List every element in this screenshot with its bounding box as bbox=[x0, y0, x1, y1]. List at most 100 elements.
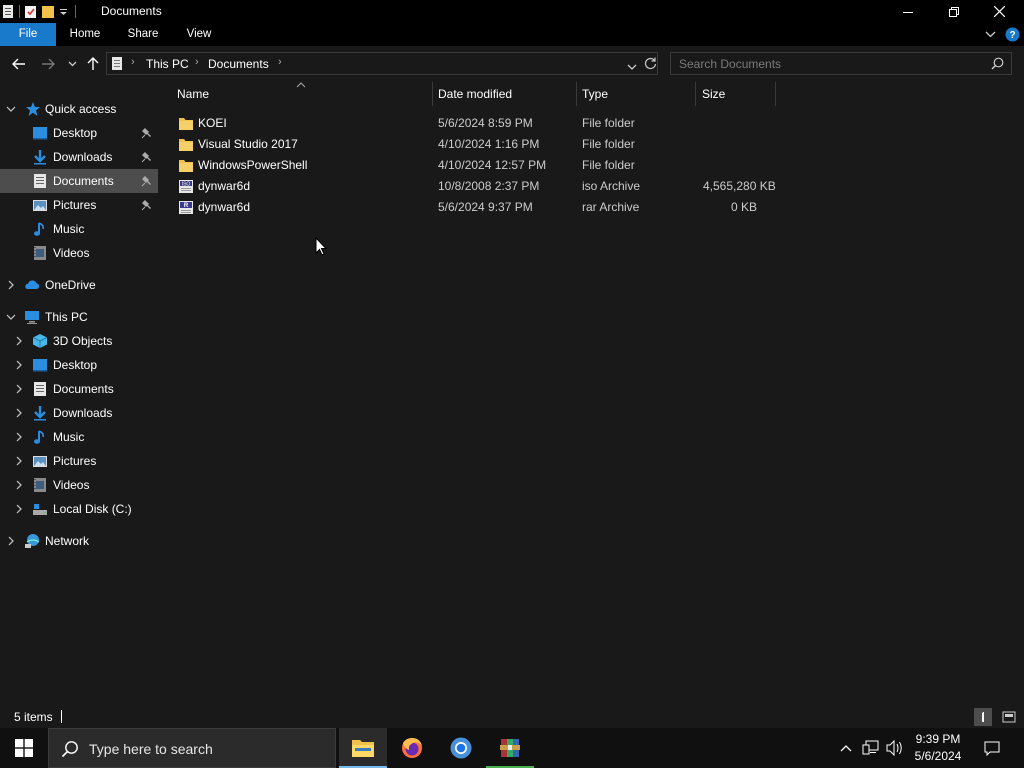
nav-item-downloads[interactable]: Downloads bbox=[0, 145, 158, 169]
nav-pc-local-disk[interactable]: Local Disk (C:) bbox=[0, 497, 158, 521]
breadcrumb-separator-icon[interactable]: › bbox=[278, 56, 282, 68]
nav-pc-videos[interactable]: Videos bbox=[0, 473, 158, 497]
file-row[interactable]: WindowsPowerShell 4/10/2024 12:57 PM Fil… bbox=[168, 155, 788, 176]
iso-archive-icon: ISO bbox=[179, 180, 193, 193]
folder-icon bbox=[179, 160, 193, 172]
restore-button[interactable] bbox=[931, 0, 977, 23]
file-name: WindowsPowerShell bbox=[198, 158, 308, 172]
nav-quick-access[interactable]: Quick access bbox=[0, 97, 158, 121]
address-bar[interactable]: › This PC › Documents › bbox=[106, 52, 658, 75]
breadcrumb-separator-icon[interactable]: › bbox=[131, 56, 135, 68]
nav-pc-downloads[interactable]: Downloads bbox=[0, 401, 158, 425]
file-row[interactable]: ISO dynwar6d 10/8/2008 2:37 PM iso Archi… bbox=[168, 176, 788, 197]
column-divider[interactable] bbox=[432, 82, 433, 106]
taskbar-firefox[interactable] bbox=[388, 728, 436, 768]
file-explorer-icon bbox=[352, 740, 374, 757]
nav-this-pc[interactable]: This PC bbox=[0, 305, 158, 329]
chevron-down-icon bbox=[6, 314, 16, 320]
taskbar-file-explorer[interactable] bbox=[339, 728, 387, 768]
close-button[interactable] bbox=[976, 0, 1022, 23]
nav-item-pictures[interactable]: Pictures bbox=[0, 193, 158, 217]
nav-pc-pictures[interactable]: Pictures bbox=[0, 449, 158, 473]
column-header-date[interactable]: Date modified bbox=[438, 82, 578, 106]
nav-onedrive[interactable]: OneDrive bbox=[0, 273, 158, 297]
network-tray-button[interactable] bbox=[860, 728, 882, 768]
search-box[interactable] bbox=[670, 52, 1012, 75]
nav-network[interactable]: Network bbox=[0, 529, 158, 553]
chevron-right-icon bbox=[16, 360, 22, 370]
chevron-right-icon bbox=[8, 536, 14, 546]
music-icon bbox=[34, 222, 44, 236]
forward-button[interactable] bbox=[38, 54, 58, 74]
ribbon-tabs: File Home Share View ? bbox=[0, 23, 1024, 46]
chevron-up-icon bbox=[840, 745, 852, 752]
search-icon[interactable] bbox=[991, 57, 1004, 73]
nav-pc-desktop[interactable]: Desktop bbox=[0, 353, 158, 377]
properties-icon[interactable] bbox=[2, 4, 15, 19]
back-arrow-icon bbox=[12, 58, 25, 70]
star-icon bbox=[26, 102, 40, 116]
taskbar-winrar[interactable] bbox=[486, 728, 534, 768]
large-icons-view-button[interactable] bbox=[1000, 708, 1018, 726]
tab-home[interactable]: Home bbox=[60, 23, 110, 46]
tab-view[interactable]: View bbox=[176, 23, 222, 46]
breadcrumb-separator-icon[interactable]: › bbox=[195, 56, 199, 68]
column-header-type[interactable]: Type bbox=[582, 82, 692, 106]
nav-label: Videos bbox=[53, 246, 90, 260]
file-row[interactable]: R dynwar6d 5/6/2024 9:37 PM rar Archive … bbox=[168, 197, 788, 218]
column-divider[interactable] bbox=[576, 82, 577, 106]
nav-pc-music[interactable]: Music bbox=[0, 425, 158, 449]
file-type: File folder bbox=[582, 158, 635, 172]
nav-item-music[interactable]: Music bbox=[0, 217, 158, 241]
column-header-name[interactable]: Name bbox=[177, 82, 427, 106]
folder-icon[interactable] bbox=[41, 4, 54, 19]
minimize-button[interactable] bbox=[885, 0, 931, 23]
customize-dropdown-icon[interactable] bbox=[58, 4, 71, 19]
show-hidden-icons-button[interactable] bbox=[834, 728, 858, 768]
downloads-icon bbox=[34, 406, 46, 421]
expand-ribbon-button[interactable] bbox=[980, 23, 1000, 46]
recent-locations-button[interactable] bbox=[62, 54, 82, 74]
nav-pc-3d-objects[interactable]: 3D Objects bbox=[0, 329, 158, 353]
file-size: 4,565,280 KB bbox=[703, 179, 776, 193]
nav-item-videos[interactable]: Videos bbox=[0, 241, 158, 265]
nav-pc-documents[interactable]: Documents bbox=[0, 377, 158, 401]
help-button[interactable]: ? bbox=[1002, 23, 1022, 46]
folder-icon bbox=[179, 139, 193, 151]
svg-text:R: R bbox=[184, 203, 189, 209]
taskbar-clock[interactable]: 9:39 PM 5/6/2024 bbox=[902, 731, 974, 765]
action-center-button[interactable] bbox=[978, 728, 1006, 768]
taskbar-chrome[interactable] bbox=[437, 728, 485, 768]
back-button[interactable] bbox=[9, 54, 29, 74]
column-divider[interactable] bbox=[775, 82, 776, 106]
breadcrumb-this-pc[interactable]: This PC bbox=[146, 57, 189, 71]
tab-file[interactable]: File bbox=[0, 23, 56, 46]
search-input[interactable] bbox=[679, 56, 979, 72]
breadcrumb-documents[interactable]: Documents bbox=[208, 57, 269, 71]
chevron-right-icon bbox=[16, 456, 22, 466]
nav-item-documents[interactable]: Documents bbox=[0, 169, 158, 193]
onedrive-cloud-icon bbox=[25, 280, 40, 289]
status-bar: 5 items bbox=[0, 704, 1024, 728]
taskbar-search-box[interactable]: Type here to search bbox=[48, 728, 336, 768]
details-view-button[interactable] bbox=[974, 708, 992, 726]
refresh-button[interactable] bbox=[644, 57, 657, 73]
new-folder-icon[interactable] bbox=[24, 4, 37, 19]
notification-icon bbox=[984, 741, 1000, 756]
nav-item-desktop[interactable]: Desktop bbox=[0, 121, 158, 145]
nav-label: Network bbox=[45, 534, 90, 548]
file-size: 0 KB bbox=[731, 200, 758, 214]
start-button[interactable] bbox=[0, 728, 48, 768]
up-button[interactable] bbox=[83, 54, 103, 74]
column-header-size[interactable]: Size bbox=[702, 82, 772, 106]
file-row[interactable]: KOEI 5/6/2024 8:59 PM File folder bbox=[168, 113, 788, 134]
documents-icon bbox=[34, 382, 46, 396]
tab-share[interactable]: Share bbox=[118, 23, 168, 46]
column-divider[interactable] bbox=[695, 82, 696, 106]
file-row[interactable]: Visual Studio 2017 4/10/2024 1:16 PM Fil… bbox=[168, 134, 788, 155]
taskbar-search-placeholder: Type here to search bbox=[89, 741, 213, 757]
nav-label: Music bbox=[53, 222, 85, 236]
address-history-dropdown[interactable] bbox=[627, 60, 637, 74]
chevron-down-icon bbox=[6, 106, 16, 112]
windows-logo-icon bbox=[15, 739, 33, 757]
